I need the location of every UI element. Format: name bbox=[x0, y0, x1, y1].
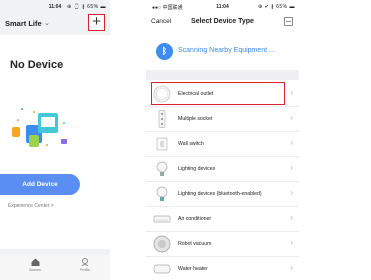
experience-center-link[interactable]: Experience Center > bbox=[8, 203, 54, 209]
scanning-label: Scanning Nearby Equipment ... bbox=[178, 47, 275, 54]
scan-icon[interactable] bbox=[284, 17, 293, 26]
device-label: Lighting devices bbox=[178, 166, 216, 172]
device-label: Air conditioner bbox=[178, 216, 212, 222]
device-row-multiple-socket[interactable]: Multiple socket › bbox=[146, 107, 299, 132]
tab-bar: Scenes Profile bbox=[0, 255, 110, 280]
selected-device-highlight bbox=[151, 82, 285, 105]
bluetooth-icon: ᛒ bbox=[156, 43, 173, 60]
chevron-right-icon: › bbox=[290, 138, 293, 147]
bluetooth-bulb-icon bbox=[156, 186, 168, 201]
device-label: Water heater bbox=[178, 266, 208, 272]
tab-scenes-label: Scenes bbox=[29, 268, 41, 272]
tab-profile[interactable]: Profile bbox=[70, 258, 100, 272]
no-device-text: No Device bbox=[10, 59, 64, 71]
device-row-water-heater[interactable]: Water heater › bbox=[146, 257, 299, 280]
device-row-lighting-bluetooth[interactable]: Lighting devices (bluetooth-enabled) › bbox=[146, 182, 299, 207]
home-icon bbox=[31, 258, 39, 266]
home-title[interactable]: Smart Life bbox=[5, 19, 42, 28]
plus-icon: + bbox=[92, 13, 101, 30]
chevron-right-icon: › bbox=[290, 188, 293, 197]
device-label: Robot vacuum bbox=[178, 241, 212, 247]
robot-vacuum-icon bbox=[153, 235, 171, 253]
water-heater-icon bbox=[153, 264, 171, 274]
status-icons: ⊕ ✔ ∦ 65% ▬ bbox=[258, 4, 295, 10]
devices-illustration-icon bbox=[12, 108, 67, 147]
add-device-plus-button[interactable]: + bbox=[88, 13, 105, 31]
chevron-right-icon: › bbox=[290, 113, 293, 122]
profile-icon bbox=[81, 258, 89, 266]
page-title: Select Device Type bbox=[191, 18, 254, 25]
status-bar: ●●○ 中国联通 11:04 ⊕ ✔ ∦ 65% ▬ bbox=[146, 0, 299, 12]
section-divider bbox=[146, 70, 299, 80]
scanning-banner[interactable]: ᛒ Scanning Nearby Equipment ... bbox=[146, 40, 299, 67]
air-conditioner-icon bbox=[153, 215, 171, 223]
tab-profile-label: Profile bbox=[80, 268, 90, 272]
chevron-right-icon: › bbox=[290, 163, 293, 172]
device-label: Lighting devices (bluetooth-enabled) bbox=[178, 191, 262, 197]
tab-scenes[interactable]: Scenes bbox=[20, 258, 50, 272]
device-row-wall-switch[interactable]: Wall switch › bbox=[146, 132, 299, 157]
battery-percent: 65% bbox=[276, 4, 288, 10]
device-row-robot-vacuum[interactable]: Robot vacuum › bbox=[146, 232, 299, 257]
bulb-icon bbox=[156, 161, 168, 176]
battery-percent: 65% bbox=[87, 4, 99, 10]
status-icons: ⊕ ⌚ ∦ 65% ▬ bbox=[67, 4, 106, 10]
device-row-air-conditioner[interactable]: Air conditioner › bbox=[146, 207, 299, 232]
add-device-button[interactable]: Add Device bbox=[0, 174, 80, 195]
device-label: Multiple socket bbox=[178, 116, 213, 122]
nav-header: Cancel Select Device Type bbox=[146, 17, 299, 30]
chevron-down-icon[interactable]: ⌄ bbox=[44, 19, 50, 27]
wall-switch-icon bbox=[156, 137, 168, 151]
device-label: Wall switch bbox=[178, 141, 204, 147]
home-screen: 11:04 ⊕ ⌚ ∦ 65% ▬ Smart Life ⌄ + No Devi… bbox=[0, 0, 110, 280]
power-strip-icon bbox=[158, 110, 166, 128]
status-bar: 11:04 ⊕ ⌚ ∦ 65% ▬ bbox=[0, 0, 110, 12]
chevron-right-icon: › bbox=[290, 263, 293, 272]
chevron-right-icon: › bbox=[290, 238, 293, 247]
device-row-lighting[interactable]: Lighting devices › bbox=[146, 157, 299, 182]
select-device-screen: ●●○ 中国联通 11:04 ⊕ ✔ ∦ 65% ▬ Cancel Select… bbox=[146, 0, 299, 280]
chevron-right-icon: › bbox=[290, 213, 293, 222]
chevron-right-icon: › bbox=[290, 88, 293, 97]
